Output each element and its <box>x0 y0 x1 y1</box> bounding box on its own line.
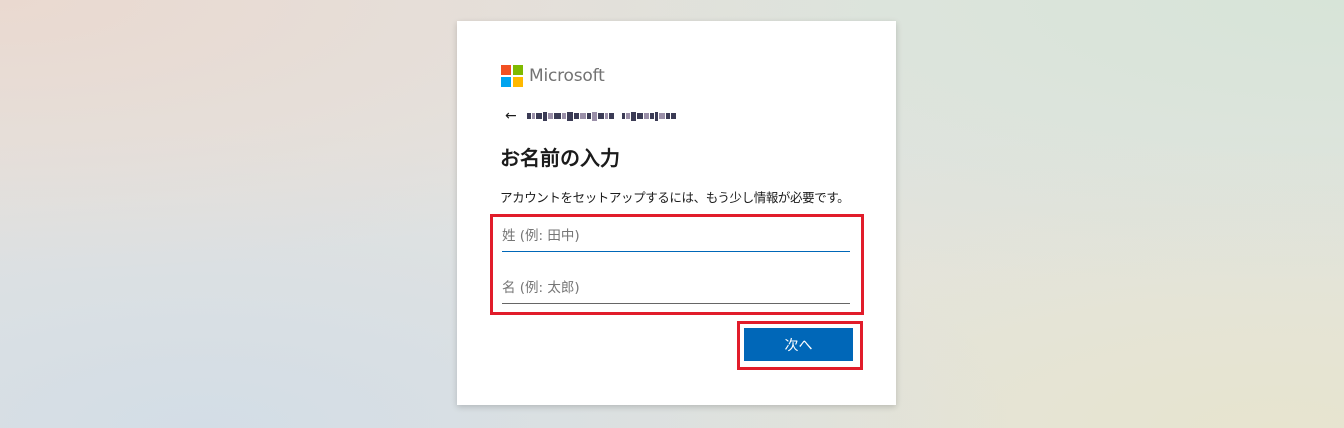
page-title: お名前の入力 <box>500 146 620 170</box>
masked-email <box>526 110 677 122</box>
identity-banner: ← <box>505 108 677 124</box>
brand-header: Microsoft <box>501 65 605 87</box>
back-arrow-icon[interactable]: ← <box>505 108 517 124</box>
page-description: アカウントをセットアップするには、もう少し情報が必要です。 <box>500 190 850 205</box>
first-name-input[interactable] <box>502 273 850 304</box>
signin-card: Microsoft ← お名前の入力 アカウントをセットアップするには、もう少し… <box>457 21 896 405</box>
brand-name: Microsoft <box>529 66 605 86</box>
last-name-input[interactable] <box>502 221 850 252</box>
microsoft-logo-icon <box>501 65 523 87</box>
next-button[interactable]: 次へ <box>744 328 853 361</box>
